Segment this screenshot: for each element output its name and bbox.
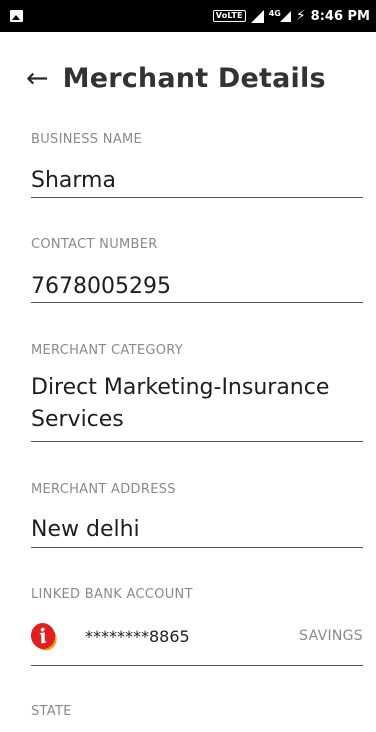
merchant-category-label: MERCHANT CATEGORY [31,343,184,358]
linked-bank-account-divider [31,665,363,666]
merchant-category-divider [31,441,363,442]
signal-strength-icon [250,9,264,23]
clock: 8:46 PM [310,8,370,24]
contact-number-field: CONTACT NUMBER 7678005295 [31,237,363,303]
charging-icon: ⚡ [295,8,306,24]
state-field: STATE [31,704,363,719]
status-bar: VoLTE 4G ⚡ 8:46 PM [0,0,376,32]
merchant-address-label: MERCHANT ADDRESS [31,482,176,497]
business-name-field: BUSINESS NAME Sharma [31,132,363,197]
business-name-divider [31,197,363,198]
linked-bank-account-label: LINKED BANK ACCOUNT [31,587,193,602]
contact-number-value: 7678005295 [31,274,171,299]
signal-strength-icon-secondary [279,10,291,22]
bank-logo-icon: i [28,620,58,652]
account-type-label: SAVINGS [299,628,363,644]
merchant-category-field: MERCHANT CATEGORY Direct Marketing-Insur… [31,343,363,436]
app-header: ← Merchant Details [0,32,376,124]
merchant-address-divider [31,547,363,548]
business-name-value: Sharma [31,168,116,193]
gallery-notification-icon [10,10,23,22]
volte-badge: VoLTE [212,10,246,22]
state-label: STATE [31,704,72,719]
contact-number-label: CONTACT NUMBER [31,237,158,252]
linked-bank-account-field[interactable]: LINKED BANK ACCOUNT i ********8865 SAVIN… [28,587,363,652]
back-arrow-icon[interactable]: ← [26,65,49,92]
bank-account-row[interactable]: i ********8865 SAVINGS [28,620,363,652]
masked-account-number: ********8865 [85,626,190,646]
page-title: Merchant Details [62,62,326,94]
merchant-address-value: New delhi [31,517,140,542]
contact-number-divider [31,302,363,303]
merchant-address-field: MERCHANT ADDRESS New delhi [31,482,363,546]
merchant-category-value: Direct Marketing-Insurance Services [31,375,330,432]
business-name-label: BUSINESS NAME [31,132,143,147]
